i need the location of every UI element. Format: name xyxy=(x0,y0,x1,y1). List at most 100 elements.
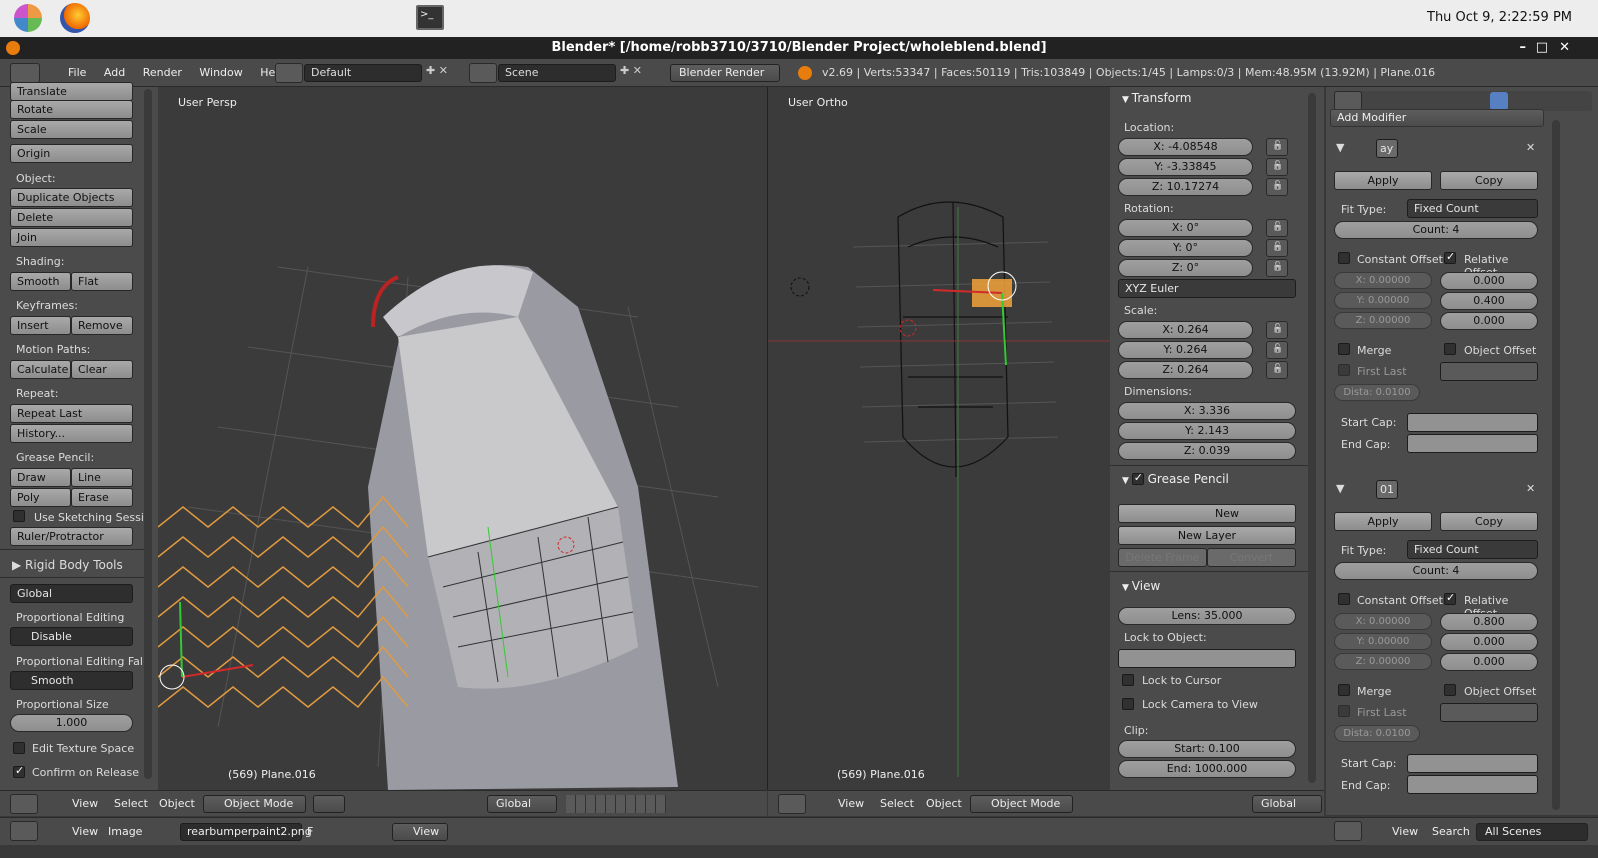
editor-type-icon[interactable] xyxy=(1334,821,1362,841)
offset-object-field[interactable] xyxy=(1440,362,1538,381)
grease-pencil-checkbox[interactable] xyxy=(1131,471,1144,485)
scale-y-field[interactable]: Y: 0.264 xyxy=(1118,341,1253,359)
view-menu[interactable]: View xyxy=(72,797,98,810)
rotation-z-field[interactable]: Z: 0° xyxy=(1118,259,1253,277)
erase-button[interactable]: Erase xyxy=(71,488,133,507)
start-cap-field[interactable] xyxy=(1407,413,1538,432)
orientation-select[interactable]: Global xyxy=(10,584,133,603)
relative-offset-checkbox[interactable] xyxy=(1444,591,1456,605)
object-offset-checkbox[interactable] xyxy=(1444,343,1456,355)
constant-y-field[interactable]: Y: 0.00000 xyxy=(1334,633,1432,650)
fit-type-select[interactable]: Fixed Count xyxy=(1407,199,1538,218)
lock-scale-x-icon[interactable] xyxy=(1266,321,1288,339)
properties-scrollbar[interactable] xyxy=(1552,120,1560,810)
merge-distance-field[interactable]: Dista: 0.0100 xyxy=(1334,384,1420,401)
fake-user-button[interactable]: F xyxy=(307,825,313,838)
image-name-field[interactable]: rearbumperpaint2.png xyxy=(180,823,312,841)
use-sketching-checkbox[interactable] xyxy=(13,510,25,522)
dimension-y-field[interactable]: Y: 2.143 xyxy=(1118,422,1296,440)
scale-x-field[interactable]: X: 0.264 xyxy=(1118,321,1253,339)
object-offset-checkbox[interactable] xyxy=(1444,684,1456,696)
menu-add[interactable]: Add xyxy=(104,66,125,79)
relative-z-field[interactable]: 0.000 xyxy=(1440,312,1538,330)
clip-end-field[interactable]: End: 1000.000 xyxy=(1118,760,1296,778)
mode-select[interactable]: Object Mode xyxy=(203,795,306,813)
relative-x-field[interactable]: 0.800 xyxy=(1440,613,1538,631)
view-menu[interactable]: View xyxy=(838,797,864,810)
proportional-size-field[interactable]: 1.000 xyxy=(10,714,133,732)
join-button[interactable]: Join xyxy=(10,228,133,247)
layers-icon[interactable] xyxy=(566,795,666,813)
collapse-icon[interactable]: ▼ xyxy=(1336,482,1344,495)
end-cap-field[interactable] xyxy=(1407,434,1538,453)
relative-offset-checkbox[interactable] xyxy=(1444,250,1456,264)
editor-type-icon[interactable] xyxy=(10,794,38,814)
clear-button[interactable]: Clear xyxy=(71,360,133,379)
image-menu[interactable]: Image xyxy=(108,825,142,838)
grease-pencil-header[interactable]: Grease Pencil xyxy=(1122,471,1229,486)
clip-start-field[interactable]: Start: 0.100 xyxy=(1118,740,1296,758)
constant-offset-checkbox[interactable] xyxy=(1338,252,1350,264)
lens-field[interactable]: Lens: 35.000 xyxy=(1118,607,1296,625)
tool-shelf-scrollbar[interactable] xyxy=(144,89,152,779)
scale-button[interactable]: Scale xyxy=(10,120,133,139)
constant-offset-checkbox[interactable] xyxy=(1338,593,1350,605)
confirm-on-release-checkbox[interactable] xyxy=(13,764,25,778)
constant-x-field[interactable]: X: 0.00000 xyxy=(1334,272,1432,289)
object-menu[interactable]: Object xyxy=(926,797,962,810)
view-header[interactable]: View xyxy=(1122,579,1160,593)
merge-checkbox[interactable] xyxy=(1338,343,1350,355)
modifier-name-field[interactable]: 01 xyxy=(1376,480,1398,499)
scene-icon[interactable] xyxy=(469,63,497,83)
close-icon[interactable]: ✕ xyxy=(1559,37,1570,59)
location-x-field[interactable]: X: -4.08548 xyxy=(1118,138,1253,156)
relative-y-field[interactable]: 0.400 xyxy=(1440,292,1538,310)
dimension-x-field[interactable]: X: 3.336 xyxy=(1118,402,1296,420)
proportional-editing-select[interactable]: Disable xyxy=(10,627,133,646)
relative-x-field[interactable]: 0.000 xyxy=(1440,272,1538,290)
lock-location-y-icon[interactable] xyxy=(1266,158,1288,176)
viewport-perspective[interactable]: User Persp (569) Plane.016 xyxy=(158,87,767,790)
outliner-view-menu[interactable]: View xyxy=(1392,825,1418,838)
outliner-search-menu[interactable]: Search xyxy=(1432,825,1470,838)
smooth-button[interactable]: Smooth xyxy=(10,272,71,291)
outliner-filter-select[interactable]: All Scenes xyxy=(1476,823,1588,841)
rotate-button[interactable]: Rotate xyxy=(10,100,133,119)
npanel-scrollbar[interactable] xyxy=(1308,93,1316,783)
flat-button[interactable]: Flat xyxy=(71,272,133,291)
select-menu[interactable]: Select xyxy=(880,797,914,810)
repeat-last-button[interactable]: Repeat Last xyxy=(10,404,133,423)
rotation-mode-select[interactable]: XYZ Euler xyxy=(1118,279,1296,298)
rotation-y-field[interactable]: Y: 0° xyxy=(1118,239,1253,257)
first-last-checkbox[interactable] xyxy=(1338,705,1350,717)
duplicate-objects-button[interactable]: Duplicate Objects xyxy=(10,188,133,207)
image-view-select[interactable]: View xyxy=(392,823,448,841)
calculate-button[interactable]: Calculate xyxy=(10,360,71,379)
constant-z-field[interactable]: Z: 0.00000 xyxy=(1334,312,1432,329)
modifier-wrench-icon[interactable] xyxy=(1490,92,1508,110)
delete-button[interactable]: Delete xyxy=(10,208,133,227)
editor-type-icon[interactable] xyxy=(1334,91,1362,111)
merge-distance-field[interactable]: Dista: 0.0100 xyxy=(1334,725,1420,742)
lock-rotation-x-icon[interactable] xyxy=(1266,219,1288,237)
translate-button[interactable]: Translate xyxy=(10,82,133,101)
firefox-icon[interactable] xyxy=(60,3,90,33)
menu-file[interactable]: File xyxy=(68,66,86,79)
image-view-menu[interactable]: View xyxy=(72,825,98,838)
terminal-icon[interactable]: >_ xyxy=(416,5,444,30)
add-modifier-select[interactable]: Add Modifier xyxy=(1330,109,1544,127)
lock-location-x-icon[interactable] xyxy=(1266,138,1288,156)
insert-button[interactable]: Insert xyxy=(10,316,71,335)
lock-rotation-z-icon[interactable] xyxy=(1266,259,1288,277)
dimension-z-field[interactable]: Z: 0.039 xyxy=(1118,442,1296,460)
convert-button[interactable]: Convert xyxy=(1207,548,1296,567)
editor-type-icon[interactable] xyxy=(10,63,40,83)
modifier-delete-icon[interactable]: ✕ xyxy=(1526,141,1535,154)
scene-add-icon[interactable]: ✚ ✕ xyxy=(620,64,642,77)
maximize-icon[interactable]: □ xyxy=(1536,37,1548,59)
editor-type-icon[interactable] xyxy=(10,821,38,841)
lock-scale-y-icon[interactable] xyxy=(1266,341,1288,359)
scene-field[interactable]: Scene xyxy=(498,64,616,82)
lock-location-z-icon[interactable] xyxy=(1266,178,1288,196)
collapse-icon[interactable]: ▼ xyxy=(1336,141,1344,154)
